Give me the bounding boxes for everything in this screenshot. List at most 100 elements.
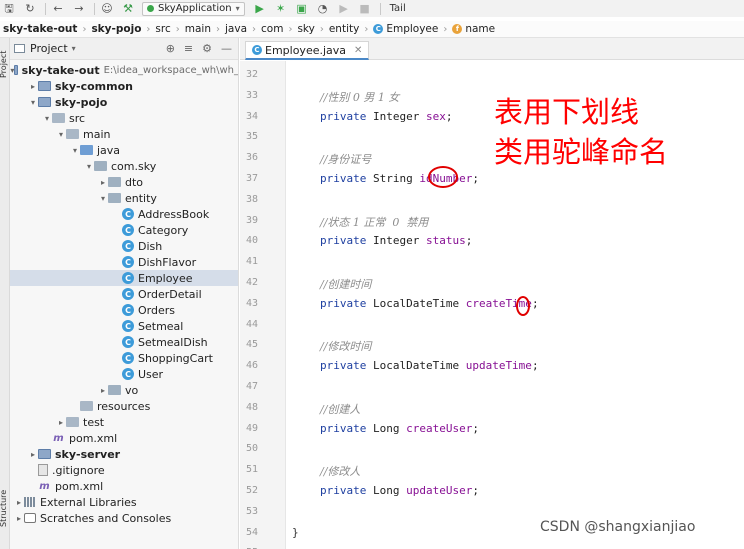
chevron-down-icon[interactable]: ▾ [98, 194, 108, 203]
tree-item[interactable]: C AddressBook [10, 206, 238, 222]
collapse-all-icon[interactable]: ≡ [184, 42, 193, 55]
project-tree: ▾ sky-take-out E:\idea_workspace_wh\wh_ ▸ sk… [10, 62, 238, 549]
tree-item[interactable]: ▾ java [10, 142, 238, 158]
tree-item[interactable]: ▸ sky-common [10, 78, 238, 94]
tree-item[interactable]: ▸ External Libraries [10, 494, 238, 510]
line-number: 49 [245, 422, 258, 434]
tree-item[interactable]: C Orders [10, 302, 238, 318]
run-config-dropdown[interactable]: SkyApplication ▾ [142, 1, 245, 16]
coverage-icon[interactable]: ▣ [295, 2, 309, 15]
code-line[interactable]: private Long createUser; [320, 422, 479, 435]
structure-tool-tab[interactable]: Structure [0, 478, 10, 538]
code-line[interactable]: private Integer sex; [320, 110, 452, 123]
tree-item[interactable]: ▾ main [10, 126, 238, 142]
chevron-down-icon[interactable]: ▾ [28, 98, 38, 107]
tree-item[interactable]: C DishFlavor [10, 254, 238, 270]
profile-icon[interactable]: ◔ [316, 2, 330, 15]
code-line[interactable]: private Integer status; [320, 234, 472, 247]
code-comment: //状态 1 正常 0 禁用 [320, 215, 429, 229]
code-line[interactable]: } [292, 526, 299, 539]
tree-item[interactable]: ▸ test [10, 414, 238, 430]
chevron-down-icon[interactable]: ▾ [84, 162, 94, 171]
forward-icon[interactable]: → [72, 2, 86, 15]
breadcrumb-item[interactable]: src [155, 23, 170, 35]
user-icon[interactable]: ☺ [100, 2, 114, 15]
tree-item[interactable]: ▸ dto [10, 174, 238, 190]
tree-item[interactable]: C Setmeal [10, 318, 238, 334]
tree-item[interactable]: resources [10, 398, 238, 414]
close-icon[interactable]: ✕ [354, 45, 362, 56]
chevron-down-icon[interactable]: ▾ [70, 146, 80, 155]
chevron-right-icon[interactable]: ▸ [98, 386, 108, 395]
folder-icon [66, 129, 79, 139]
tree-item[interactable]: ▾ com.sky [10, 158, 238, 174]
breadcrumb-field[interactable]: f name [452, 23, 495, 35]
code-line[interactable]: //创建时间 [320, 276, 371, 292]
chevron-down-icon[interactable]: ▾ [42, 114, 52, 123]
code-line[interactable]: private Long updateUser; [320, 484, 479, 497]
tree-item[interactable]: ▾ sky-take-out E:\idea_workspace_wh\wh_ [10, 62, 238, 78]
tree-item[interactable]: C Employee [10, 270, 238, 286]
run-icon[interactable]: ▶ [253, 2, 267, 15]
breadcrumb-item[interactable]: sky-take-out [3, 23, 77, 35]
tree-item[interactable]: ▸ sky-server [10, 446, 238, 462]
chevron-right-icon[interactable]: ▸ [14, 498, 24, 507]
tree-item[interactable]: C Category [10, 222, 238, 238]
build-hammer-icon[interactable]: ⚒ [121, 2, 135, 15]
code-line[interactable]: private LocalDateTime updateTime; [320, 359, 539, 372]
tree-item[interactable]: C Dish [10, 238, 238, 254]
code-line[interactable]: //修改时间 [320, 338, 371, 354]
tree-item[interactable]: ▸ vo [10, 382, 238, 398]
code-line[interactable]: //修改人 [320, 463, 360, 479]
chevron-right-icon[interactable]: ▸ [56, 418, 66, 427]
chevron-right-icon[interactable]: ▸ [28, 82, 38, 91]
breadcrumb-item[interactable]: sky [297, 23, 314, 35]
tree-item[interactable]: ▸ Scratches and Consoles [10, 510, 238, 526]
line-number: 34 [245, 110, 258, 122]
line-number: 36 [245, 152, 258, 164]
tail-button[interactable]: Tail [390, 3, 406, 14]
code-keyword: private [320, 359, 373, 373]
tree-item[interactable]: ▾ src [10, 110, 238, 126]
code-line[interactable]: //创建人 [320, 401, 360, 417]
chevron-down-icon[interactable]: ▾ [72, 44, 76, 53]
breadcrumb-item[interactable]: sky-pojo [91, 23, 141, 35]
tree-item-label: sky-pojo [55, 95, 108, 109]
save-icon[interactable]: 🖫 [2, 2, 16, 15]
chevron-right-icon[interactable]: ▸ [14, 514, 24, 523]
code-line[interactable]: //身份证号 [320, 151, 371, 167]
debug-icon[interactable]: ✶ [274, 2, 288, 15]
breadcrumb-item[interactable]: main [185, 23, 211, 35]
line-number: 43 [245, 297, 258, 309]
breadcrumb-item[interactable]: com [261, 23, 283, 35]
chevron-down-icon[interactable]: ▾ [56, 130, 66, 139]
tab-employee-java[interactable]: C Employee.java ✕ [245, 41, 370, 60]
chevron-right-icon[interactable]: ▸ [98, 178, 108, 187]
sync-icon[interactable]: ↻ [23, 2, 37, 15]
tree-item[interactable]: C ShoppingCart [10, 350, 238, 366]
tree-item[interactable]: C SetmealDish [10, 334, 238, 350]
tree-item[interactable]: C OrderDetail [10, 286, 238, 302]
tree-item[interactable]: m pom.xml [10, 478, 238, 494]
tree-item[interactable]: ▾ entity [10, 190, 238, 206]
code-line[interactable]: //性别 0 男 1 女 [320, 89, 399, 105]
project-panel-title[interactable]: Project [30, 42, 68, 55]
breadcrumb-item[interactable]: java [225, 23, 247, 35]
minimize-icon[interactable]: — [221, 42, 232, 55]
breadcrumb-class[interactable]: C Employee [373, 23, 438, 35]
tree-item[interactable]: ▾ sky-pojo [10, 94, 238, 110]
back-icon[interactable]: ← [51, 2, 65, 15]
tree-item[interactable]: m pom.xml [10, 430, 238, 446]
code-line[interactable]: //状态 1 正常 0 禁用 [320, 214, 428, 230]
locate-icon[interactable]: ⊕ [166, 42, 175, 55]
tree-item-label: Orders [138, 303, 175, 317]
breadcrumb-item[interactable]: entity [329, 23, 359, 35]
line-number-gutter: 32 33 34 35 36 37 38 39 40 41 42 43 44 45 46 47 48 49 50 51… [240, 61, 286, 549]
chevron-right-icon: › [319, 23, 324, 35]
code-line[interactable]: private LocalDateTime createTime; [320, 297, 539, 310]
chevron-right-icon[interactable]: ▸ [28, 450, 38, 459]
project-tool-tab[interactable]: Project [0, 42, 10, 86]
gear-icon[interactable]: ⚙ [202, 42, 212, 55]
tree-item[interactable]: .gitignore [10, 462, 238, 478]
tree-item[interactable]: C User [10, 366, 238, 382]
